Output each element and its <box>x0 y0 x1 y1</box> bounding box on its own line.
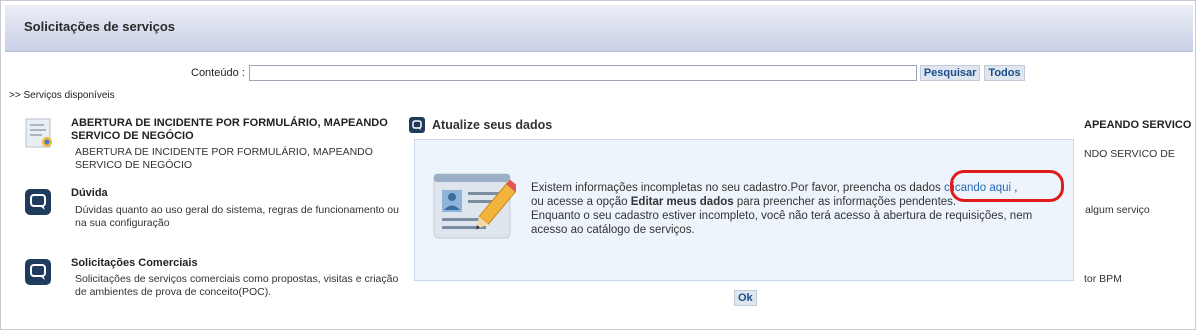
chat-bubble-icon <box>25 189 51 215</box>
ok-button[interactable]: Ok <box>734 290 757 306</box>
dialog-header: Atualize seus dados <box>408 116 552 134</box>
message-text: Enquanto o seu cadastro estiver incomple… <box>531 210 1033 236</box>
search-input[interactable] <box>248 65 917 81</box>
service-name: ABERTURA DE INCIDENTE POR FORMULÁRIO, MA… <box>71 117 388 142</box>
page-frame: Solicitações de serviços Conteúdo : Pesq… <box>0 0 1196 330</box>
chat-bubble-icon <box>25 259 51 285</box>
services-available-label: >> Serviços disponíveis <box>9 90 115 101</box>
right-service-desc-fragment: NDO SERVICO DE <box>1084 148 1175 160</box>
dialog-message-panel: Existem informações incompletas no seu c… <box>414 139 1074 281</box>
service-item-abertura-incidente[interactable]: ABERTURA DE INCIDENTE POR FORMULÁRIO, MA… <box>23 117 403 177</box>
service-name: Dúvida <box>71 187 108 199</box>
update-data-dialog: Atualize seus dados Existem informações … <box>404 107 1084 317</box>
search-label: Conteúdo : <box>191 67 245 79</box>
form-document-icon <box>25 118 52 148</box>
service-description: Solicitações de serviços comerciais como… <box>75 273 399 298</box>
edit-my-data-option: Editar meus dados <box>630 196 734 208</box>
right-service-name-fragment: APEANDO SERVICO <box>1084 119 1192 131</box>
service-name: Solicitações Comerciais <box>71 257 198 269</box>
service-item-duvida[interactable]: Dúvida Dúvidas quanto ao uso geral do si… <box>23 187 403 237</box>
service-description: ABERTURA DE INCIDENTE POR FORMULÁRIO, MA… <box>75 146 373 171</box>
search-bar: Conteúdo : Pesquisar Todos <box>191 65 1029 81</box>
profile-edit-icon <box>433 173 516 239</box>
message-text: ou acesse a opção <box>531 196 631 208</box>
highlight-circle <box>950 170 1064 202</box>
dialog-title: Atualize seus dados <box>432 118 553 132</box>
search-button[interactable]: Pesquisar <box>919 65 981 81</box>
message-text: Existem informações incompletas no seu c… <box>531 182 944 194</box>
right-service-desc-fragment: algum serviço <box>1085 204 1150 216</box>
service-item-solicitacoes-comerciais[interactable]: Solicitações Comerciais Solicitações de … <box>23 257 403 307</box>
service-description: Dúvidas quanto ao uso geral do sistema, … <box>75 204 399 229</box>
all-button[interactable]: Todos <box>984 65 1025 81</box>
page-title: Solicitações de serviços <box>24 19 176 34</box>
message-text: para preencher as informações pendentes. <box>733 196 957 208</box>
chat-bubble-icon <box>409 117 425 133</box>
page-header: Solicitações de serviços <box>5 5 1193 52</box>
right-service-desc-fragment: tor BPM <box>1084 273 1122 285</box>
